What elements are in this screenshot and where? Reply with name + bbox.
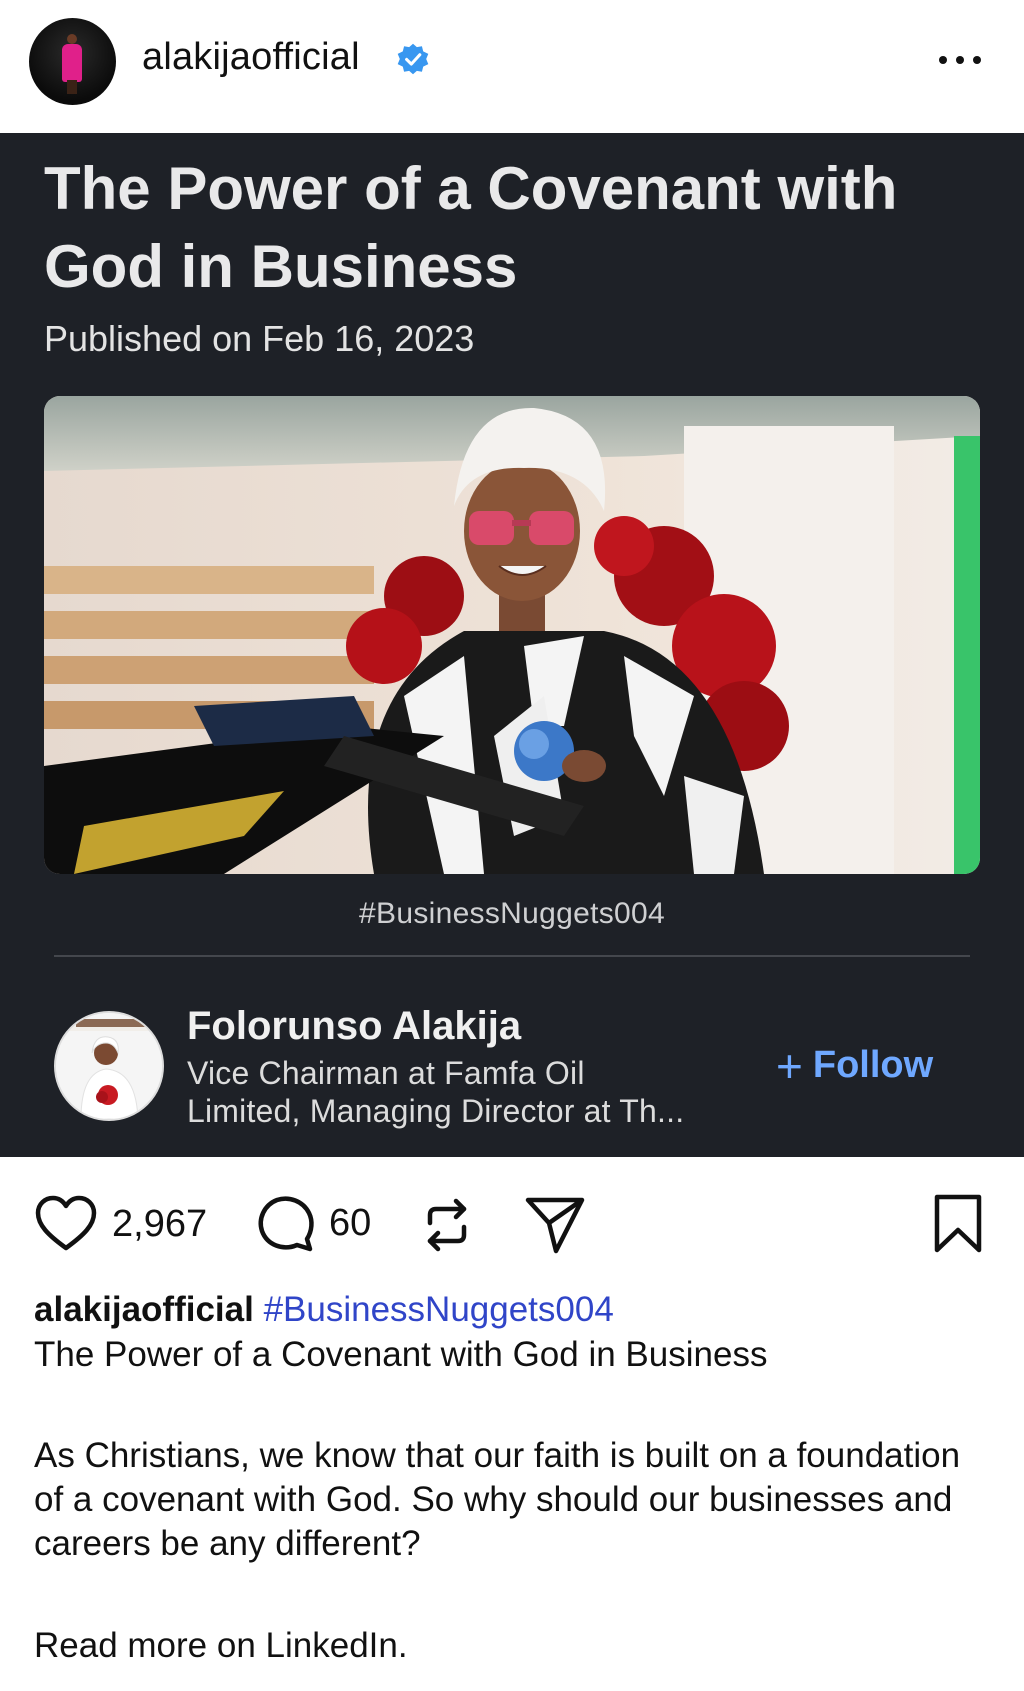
follow-label: Follow [812, 1044, 934, 1086]
article-published-date: Published on Feb 16, 2023 [44, 318, 475, 359]
username[interactable]: alakijaofficial [142, 36, 360, 79]
caption-title: The Power of a Covenant with God in Busi… [34, 1335, 768, 1374]
post-actions-bar: 2,967 60 [0, 1157, 1024, 1287]
author-name[interactable]: Folorunso Alakija [187, 1004, 521, 1049]
save-button[interactable] [932, 1193, 984, 1255]
author-avatar[interactable] [54, 1011, 164, 1121]
caption-first-line: alakijaofficial #BusinessNuggets004 [34, 1288, 994, 1332]
avatar-figure-legs [67, 80, 77, 94]
repost-icon [427, 1198, 467, 1252]
profile-avatar[interactable] [29, 18, 116, 105]
article-hashtag: #BusinessNuggets004 [359, 897, 665, 930]
caption-read-more: Read more on LinkedIn. [34, 1626, 408, 1665]
share-button[interactable] [524, 1195, 586, 1255]
repost-button[interactable] [420, 1193, 474, 1257]
card-divider [54, 955, 970, 957]
follow-button[interactable]: + Follow [776, 1039, 934, 1092]
comment-icon [258, 1196, 314, 1252]
comment-button[interactable]: 60 [255, 1193, 371, 1253]
author-headline-line2: Limited, Managing Director at Th... [187, 1093, 685, 1129]
dot-icon [956, 56, 964, 64]
more-options-button[interactable] [935, 40, 985, 80]
send-icon [525, 1197, 585, 1254]
plus-icon: + [776, 1039, 803, 1092]
comments-count[interactable]: 60 [329, 1202, 371, 1245]
caption-username[interactable]: alakijaofficial [34, 1290, 254, 1329]
caption-body: As Christians, we know that our faith is… [34, 1436, 961, 1563]
avatar-figure-head [67, 34, 77, 44]
article-hero-image [44, 396, 980, 874]
likes-count[interactable]: 2,967 [112, 1203, 207, 1246]
dot-icon [939, 56, 947, 64]
post-header: alakijaofficial [0, 0, 1024, 133]
avatar-figure-body [62, 44, 82, 82]
dot-icon [973, 56, 981, 64]
like-button[interactable]: 2,967 [34, 1195, 207, 1253]
caption-hashtag-link[interactable]: #BusinessNuggets004 [264, 1290, 614, 1329]
verified-badge-icon [397, 43, 429, 75]
author-headline-line1: Vice Chairman at Famfa Oil [187, 1055, 585, 1091]
bookmark-icon [934, 1194, 982, 1253]
heart-icon [35, 1195, 97, 1251]
article-title: The Power of a Covenant with God in Busi… [44, 155, 898, 300]
author-avatar-image [56, 1013, 162, 1119]
